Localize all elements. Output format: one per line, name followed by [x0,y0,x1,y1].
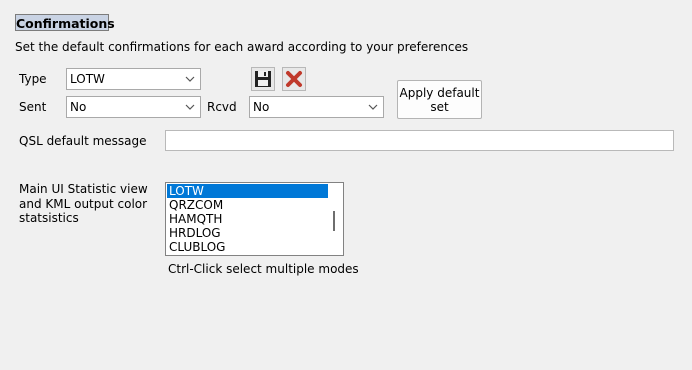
list-item[interactable]: HRDLOG [167,226,328,240]
sent-label: Sent [19,100,47,114]
statistics-label: Main UI Statistic view and KML output co… [19,182,148,225]
confirmation-modes-list[interactable]: LOTW QRZCOM HAMQTH HRDLOG CLUBLOG [165,182,344,256]
list-item[interactable]: CLUBLOG [167,240,328,254]
list-item[interactable]: LOTW [167,184,328,198]
qsl-message-label: QSL default message [19,134,147,148]
rcvd-select[interactable]: No [249,96,384,118]
type-select[interactable]: LOTW [66,68,201,90]
section-description: Set the default confirmations for each a… [15,40,469,54]
type-select-value: LOTW [70,72,105,86]
delete-button[interactable] [282,67,306,91]
red-x-icon [286,71,302,87]
sent-select-value: No [70,100,87,114]
apply-default-set-button[interactable]: Apply default set [397,80,482,119]
type-label: Type [19,72,47,86]
chevron-down-icon [185,104,195,110]
list-scrollbar[interactable] [333,211,335,231]
save-button[interactable] [251,67,275,91]
list-item[interactable]: HAMQTH [167,212,328,226]
chevron-down-icon [368,104,378,110]
rcvd-select-value: No [253,100,270,114]
qsl-message-input[interactable] [165,130,674,151]
list-item[interactable]: QRZCOM [167,198,328,212]
chevron-down-icon [185,76,195,82]
floppy-disk-icon [255,71,271,87]
sent-select[interactable]: No [66,96,201,118]
multi-select-hint: Ctrl-Click select multiple modes [168,262,359,276]
section-title: Confirmations [15,14,115,31]
rcvd-label: Rcvd [207,100,237,114]
